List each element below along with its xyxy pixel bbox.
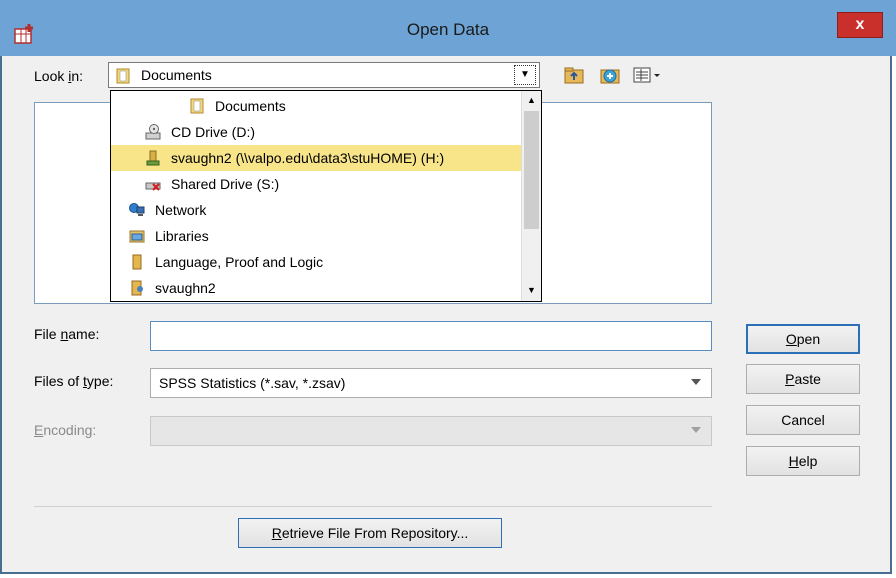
title-bar[interactable]: Open Data x — [0, 0, 896, 56]
dropdown-item-label: Language, Proof and Logic — [155, 254, 324, 270]
cd-drive-icon — [145, 124, 161, 140]
encoding-select — [150, 416, 712, 446]
file-name-input[interactable] — [150, 321, 712, 351]
dropdown-item-language-proof-logic[interactable]: Language, Proof and Logic — [111, 249, 521, 275]
dropdown-item-cd-drive[interactable]: CD Drive (D:) — [111, 119, 521, 145]
chevron-down-icon[interactable] — [691, 379, 701, 385]
folder-icon — [132, 254, 142, 270]
dropdown-item-shared-drive[interactable]: Shared Drive (S:) — [111, 171, 521, 197]
disconnected-drive-icon — [145, 182, 161, 191]
scroll-up-icon[interactable]: ▲ — [522, 91, 541, 109]
scroll-down-icon[interactable]: ▼ — [522, 281, 541, 299]
look-in-dropdown[interactable]: Documents CD Drive (D:) svaughn2 (\\valp… — [110, 90, 542, 302]
look-in-value: Documents — [141, 67, 212, 83]
up-folder-icon[interactable] — [563, 65, 585, 85]
dropdown-item-label: Libraries — [155, 228, 209, 244]
look-in-label: Look in: — [34, 68, 84, 84]
dropdown-item-libraries[interactable]: Libraries — [111, 223, 521, 249]
dropdown-item-label: Documents — [215, 98, 286, 114]
chevron-down-icon — [691, 427, 701, 433]
documents-folder-icon — [190, 98, 204, 114]
dropdown-item-label: CD Drive (D:) — [171, 124, 255, 140]
network-icon — [129, 203, 145, 216]
dropdown-item-label: svaughn2 (\\valpo.edu\data3\stuHOME) (H:… — [171, 150, 445, 166]
dropdown-scrollbar[interactable]: ▲ ▼ — [521, 91, 541, 301]
paste-button[interactable]: Paste — [746, 364, 860, 394]
retrieve-from-repository-button[interactable]: Retrieve File From Repository... — [238, 518, 502, 548]
chevron-down-icon[interactable]: ▼ — [514, 65, 536, 85]
network-drive-icon — [146, 150, 160, 166]
dropdown-item-documents[interactable]: Documents — [111, 93, 521, 119]
dropdown-item-label: Shared Drive (S:) — [171, 176, 280, 192]
dropdown-item-label: Network — [155, 202, 207, 218]
cancel-button[interactable]: Cancel — [746, 405, 860, 435]
view-menu-icon[interactable] — [632, 65, 666, 85]
new-folder-icon[interactable] — [599, 65, 621, 85]
look-in-combo[interactable]: Documents ▼ — [108, 62, 540, 88]
libraries-icon — [129, 230, 145, 243]
files-of-type-value: SPSS Statistics (*.sav, *.zsav) — [159, 375, 346, 391]
encoding-label: Encoding: — [34, 422, 97, 438]
files-of-type-label: Files of type: — [34, 373, 114, 389]
dropdown-item-network-drive-selected[interactable]: svaughn2 (\\valpo.edu\data3\stuHOME) (H:… — [111, 145, 521, 171]
dropdown-item-svaughn2[interactable]: svaughn2 — [111, 275, 521, 301]
file-name-label: File name: — [34, 326, 100, 342]
scroll-thumb[interactable] — [524, 111, 539, 229]
window-title: Open Data — [406, 20, 490, 39]
user-folder-icon — [131, 280, 143, 296]
divider — [34, 506, 712, 507]
close-button[interactable]: x — [837, 12, 883, 38]
open-button[interactable]: Open — [746, 324, 860, 354]
dropdown-item-network[interactable]: Network — [111, 197, 521, 223]
dropdown-item-label: svaughn2 — [155, 280, 216, 296]
files-of-type-select[interactable]: SPSS Statistics (*.sav, *.zsav) — [150, 368, 712, 398]
documents-folder-icon — [116, 68, 130, 84]
help-button[interactable]: Help — [746, 446, 860, 476]
